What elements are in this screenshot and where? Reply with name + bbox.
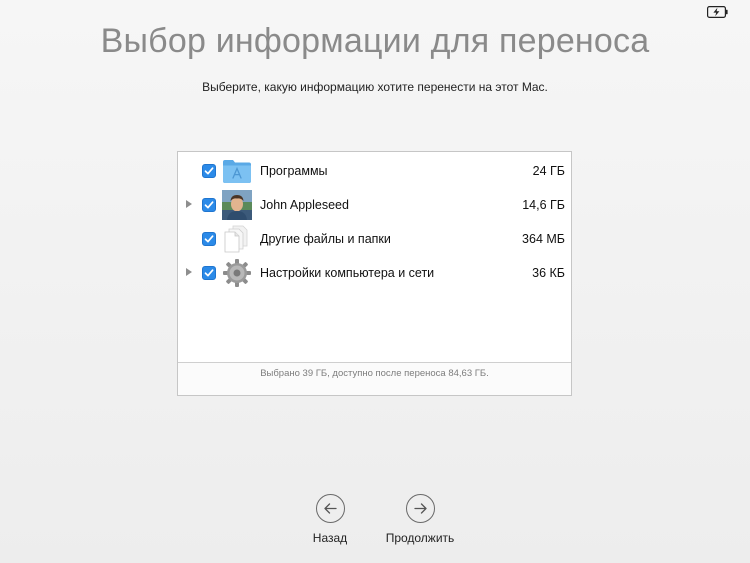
- back-button[interactable]: Назад: [285, 494, 375, 549]
- back-arrow-icon[interactable]: [316, 494, 345, 523]
- list-item-other-files[interactable]: Другие файлы и папки 364 МБ: [178, 222, 571, 256]
- list-item-label: Настройки компьютера и сети: [260, 266, 435, 280]
- list-item-size: 364 МБ: [522, 232, 565, 246]
- documents-icon: [224, 225, 248, 253]
- list-item-user[interactable]: John Appleseed 14,6 ГБ: [178, 188, 571, 222]
- list-item-size: 14,6 ГБ: [522, 198, 565, 212]
- forward-arrow-icon[interactable]: [406, 494, 435, 523]
- disclosure-triangle-icon[interactable]: [186, 268, 192, 276]
- list-item-label: Программы: [260, 164, 328, 178]
- battery-charging-icon: [707, 6, 728, 18]
- continue-button[interactable]: Продолжить: [375, 494, 465, 549]
- disclosure-triangle-icon[interactable]: [186, 200, 192, 208]
- settings-checkbox[interactable]: [202, 266, 216, 280]
- user-avatar-icon: [222, 190, 252, 220]
- panel-footer: Выбрано 39 ГБ, доступно после переноса 8…: [178, 362, 571, 395]
- transfer-list: Программы 24 ГБ John Appleseed 14,6 ГБ Д…: [178, 152, 571, 362]
- list-item-label: Другие файлы и папки: [260, 232, 391, 246]
- transfer-list-panel: Программы 24 ГБ John Appleseed 14,6 ГБ Д…: [177, 151, 572, 396]
- continue-label[interactable]: Продолжить: [375, 531, 465, 545]
- page-title: Выбор информации для переноса: [100, 22, 650, 60]
- applications-checkbox[interactable]: [202, 164, 216, 178]
- applications-folder-icon: [223, 160, 251, 183]
- list-item-label: John Appleseed: [260, 198, 349, 212]
- other-files-checkbox[interactable]: [202, 232, 216, 246]
- selection-status: Выбрано 39 ГБ, доступно после переноса 8…: [260, 368, 489, 379]
- list-item-settings[interactable]: Настройки компьютера и сети 36 КБ: [178, 256, 571, 290]
- page-subtitle: Выберите, какую информацию хотите перене…: [202, 80, 548, 94]
- list-item-applications[interactable]: Программы 24 ГБ: [178, 154, 571, 188]
- user-checkbox[interactable]: [202, 198, 216, 212]
- list-item-size: 36 КБ: [532, 266, 565, 280]
- gear-icon: [223, 259, 251, 287]
- back-label[interactable]: Назад: [285, 531, 375, 545]
- list-item-size: 24 ГБ: [532, 164, 565, 178]
